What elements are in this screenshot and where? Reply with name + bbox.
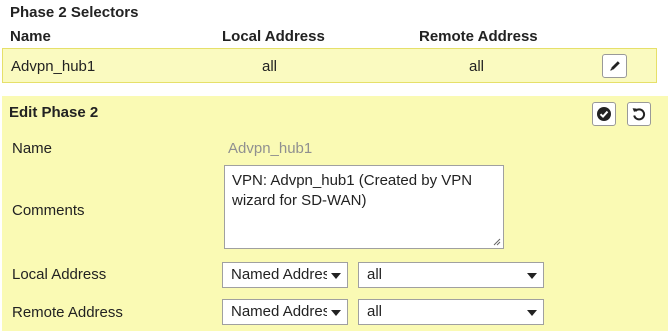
local-address-type-value: Named Address [231, 266, 327, 283]
resize-grip-icon[interactable] [493, 238, 501, 246]
remote-address-select[interactable]: all [358, 299, 544, 325]
undo-icon [632, 108, 646, 121]
local-address-select[interactable]: all [358, 262, 544, 288]
chevron-down-icon [527, 273, 537, 279]
column-header-name: Name [10, 28, 51, 45]
chevron-down-icon [527, 310, 537, 316]
remote-address-value: all [367, 303, 383, 320]
edit-phase2-title: Edit Phase 2 [9, 104, 99, 121]
comments-label: Comments [12, 202, 85, 219]
edit-selector-button[interactable] [602, 54, 627, 78]
local-address-label: Local Address [12, 266, 107, 283]
column-header-local-address: Local Address [222, 28, 325, 45]
selector-row[interactable]: Advpn_hub1 all all [2, 48, 657, 83]
selector-remote-cell: all [469, 58, 485, 75]
selector-local-cell: all [262, 58, 278, 75]
phase2-selectors-title: Phase 2 Selectors [10, 4, 139, 21]
name-label: Name [12, 140, 53, 157]
remote-address-type-select[interactable]: Named Address [222, 299, 348, 325]
name-value: Advpn_hub1 [228, 140, 313, 157]
remote-address-type-value: Named Address [231, 303, 327, 320]
chevron-down-icon [331, 273, 341, 279]
apply-button[interactable] [592, 102, 616, 126]
check-circle-icon [597, 107, 611, 121]
column-header-remote-address: Remote Address [419, 28, 538, 45]
local-address-type-select[interactable]: Named Address [222, 262, 348, 288]
comments-text: VPN: Advpn_hub1 (Created by VPN wizard f… [232, 172, 473, 209]
comments-textarea[interactable]: VPN: Advpn_hub1 (Created by VPN wizard f… [224, 165, 504, 249]
local-address-value: all [367, 266, 383, 283]
edit-phase2-panel: Edit Phase 2 Name Advpn_hub1 Comments VP… [2, 96, 668, 331]
selector-name-cell: Advpn_hub1 [11, 58, 96, 75]
revert-button[interactable] [627, 102, 651, 126]
pencil-icon [609, 61, 620, 71]
remote-address-label: Remote Address [12, 304, 123, 321]
chevron-down-icon [331, 310, 341, 316]
